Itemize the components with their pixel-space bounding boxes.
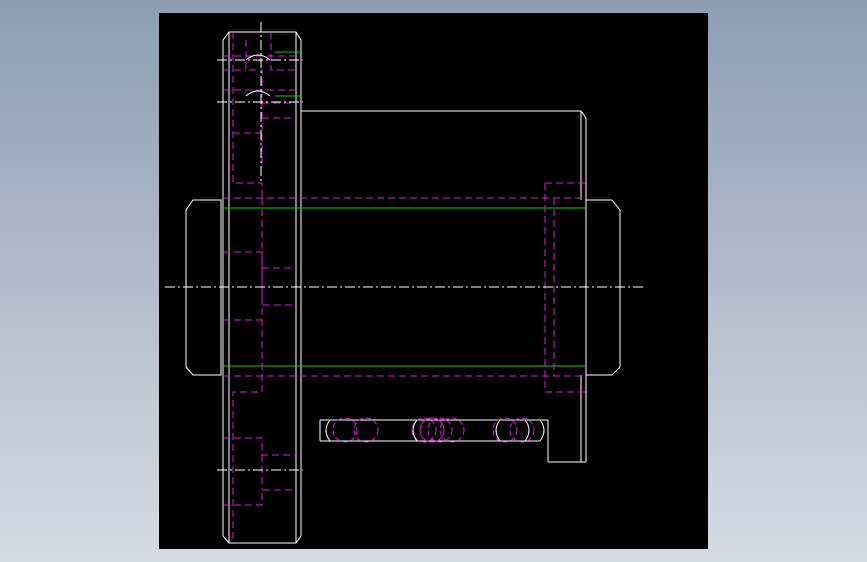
drawing-canvas[interactable] (159, 13, 708, 549)
cad-viewport[interactable] (0, 0, 867, 562)
cad-viewport-svg (0, 0, 867, 562)
